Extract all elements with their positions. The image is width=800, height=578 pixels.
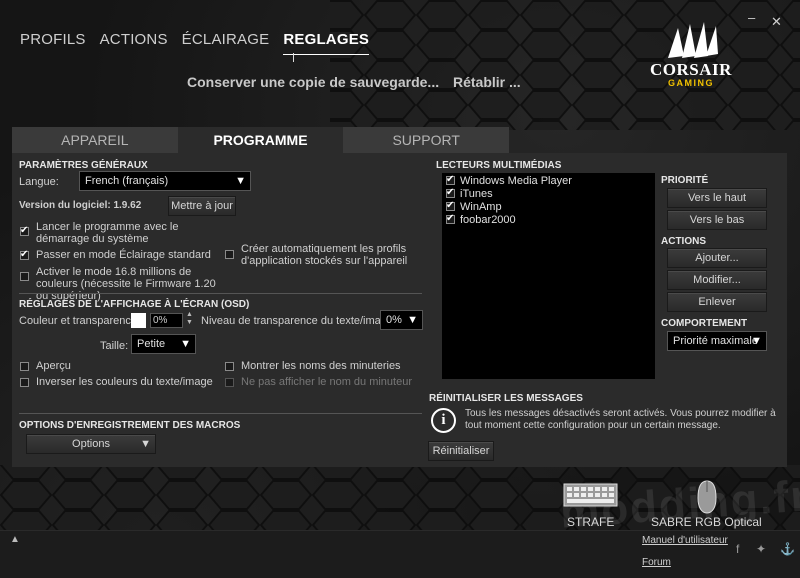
player-label: iTunes bbox=[460, 188, 493, 200]
actions-title: ACTIONS bbox=[661, 236, 706, 247]
brand-sub: GAMING bbox=[668, 78, 714, 88]
nav-actions[interactable]: ACTIONS bbox=[100, 31, 168, 55]
list-item[interactable]: iTunes bbox=[446, 187, 493, 200]
brand-name: CORSAIR bbox=[650, 60, 732, 79]
size-select[interactable]: Petite ▼ bbox=[131, 334, 196, 354]
foobar-checkbox[interactable] bbox=[446, 213, 455, 224]
auto-profiles-checkbox[interactable] bbox=[225, 250, 234, 259]
behavior-title: COMPORTEMENT bbox=[661, 318, 748, 329]
text-transparency-label: Niveau de transparence du texte/image : bbox=[201, 315, 400, 327]
language-label: Langue: bbox=[19, 176, 59, 188]
itunes-checkbox[interactable] bbox=[446, 187, 455, 198]
main-nav: PROFILS ACTIONS ÉCLAIRAGE REGLAGES bbox=[20, 31, 383, 55]
color-transparency-label: Couleur et transparence: bbox=[19, 315, 141, 327]
behavior-select[interactable]: Priorité maximale ▼ bbox=[667, 331, 767, 351]
settings-subtabs: APPAREIL PROGRAMME SUPPORT bbox=[12, 127, 510, 153]
macros-title: OPTIONS D'ENREGISTREMENT DES MACROS bbox=[19, 420, 241, 431]
close-button[interactable]: ✕ bbox=[771, 14, 782, 30]
nav-indicator bbox=[293, 53, 294, 62]
reset-title: RÉINITIALISER LES MESSAGES bbox=[429, 393, 583, 404]
chevron-down-icon: ▼ bbox=[180, 338, 191, 350]
color-percent-input[interactable]: 0% bbox=[150, 313, 183, 328]
reset-button[interactable]: Réinitialiser bbox=[428, 441, 494, 461]
restore-link[interactable]: Rétablir ... bbox=[453, 74, 521, 90]
color-mode-label: Activer le mode 16.8 millions de couleur… bbox=[36, 266, 216, 302]
list-item[interactable]: Windows Media Player bbox=[446, 174, 572, 187]
mouse-icon[interactable] bbox=[696, 480, 718, 514]
info-icon: i bbox=[431, 408, 456, 433]
invert-colors-label: Inverser les couleurs du texte/image bbox=[36, 376, 213, 388]
player-label: Windows Media Player bbox=[460, 175, 572, 187]
general-title: PARAMÈTRES GÉNÉRAUX bbox=[19, 160, 148, 171]
keep-copy-link[interactable]: Conserver une copie de sauvegarde... bbox=[187, 74, 439, 90]
winamp-checkbox[interactable] bbox=[446, 200, 455, 211]
chevron-down-icon: ▼ bbox=[407, 314, 418, 326]
auto-profiles-label: Créer automatiquement les profils d'appl… bbox=[241, 243, 408, 267]
remove-button[interactable]: Enlever bbox=[667, 292, 767, 312]
forum-link[interactable]: Forum bbox=[642, 557, 671, 568]
chevron-down-icon: ▼ bbox=[235, 175, 246, 187]
move-up-button[interactable]: Vers le haut bbox=[667, 188, 767, 208]
spinner-arrows-icon[interactable]: ▲ ▼ bbox=[186, 311, 193, 327]
preview-label: Aperçu bbox=[36, 360, 71, 372]
standard-lighting-checkbox[interactable] bbox=[20, 249, 29, 260]
manual-link[interactable]: Manuel d'utilisateur bbox=[642, 535, 728, 546]
size-value: Petite bbox=[137, 338, 166, 350]
modify-button[interactable]: Modifier... bbox=[667, 270, 767, 290]
corsair-small-icon[interactable]: ⚓ bbox=[780, 542, 795, 556]
color-mode-checkbox[interactable] bbox=[20, 272, 29, 281]
move-down-button[interactable]: Vers le bas bbox=[667, 210, 767, 230]
device-sabre[interactable]: SABRE RGB Optical bbox=[651, 515, 762, 529]
reset-description: Tous les messages désactivés seront acti… bbox=[465, 408, 776, 431]
backup-actions: Conserver une copie de sauvegarde... Rét… bbox=[187, 74, 531, 90]
list-item[interactable]: WinAmp bbox=[446, 200, 502, 213]
nav-reglages[interactable]: REGLAGES bbox=[283, 31, 370, 55]
preview-checkbox[interactable] bbox=[20, 362, 29, 371]
priority-title: PRIORITÉ bbox=[661, 175, 709, 186]
language-select[interactable]: French (français) ▼ bbox=[79, 171, 251, 191]
color-swatch[interactable] bbox=[131, 313, 146, 328]
behavior-value: Priorité maximale bbox=[673, 335, 758, 347]
twitter-icon[interactable]: ✦ bbox=[756, 542, 766, 556]
invert-colors-checkbox[interactable] bbox=[20, 378, 29, 387]
media-players-list[interactable]: Windows Media Player iTunes WinAmp fooba… bbox=[442, 173, 655, 379]
text-transparency-value: 0% bbox=[386, 314, 402, 326]
list-item[interactable]: foobar2000 bbox=[446, 213, 516, 226]
update-button[interactable]: Mettre à jour bbox=[168, 196, 236, 216]
version-label: Version du logiciel: 1.9.62 bbox=[19, 200, 142, 211]
macro-options-label: Options bbox=[72, 438, 110, 450]
collapse-arrow-icon[interactable]: ▲ bbox=[10, 534, 20, 545]
device-strafe[interactable]: STRAFE bbox=[567, 515, 614, 529]
macro-options-dropdown[interactable]: Options ▼ bbox=[26, 434, 156, 454]
text-transparency-select[interactable]: 0% ▼ bbox=[380, 310, 423, 330]
divider bbox=[19, 293, 422, 294]
nav-profils[interactable]: PROFILS bbox=[20, 31, 86, 55]
hide-timer-name-checkbox bbox=[225, 378, 234, 387]
tab-appareil[interactable]: APPAREIL bbox=[12, 127, 178, 153]
wmp-checkbox[interactable] bbox=[446, 174, 455, 185]
chevron-down-icon: ▼ bbox=[751, 335, 762, 347]
tab-programme[interactable]: PROGRAMME bbox=[177, 127, 344, 153]
show-timer-names-label: Montrer les noms des minuteries bbox=[241, 360, 401, 372]
keyboard-icon[interactable] bbox=[563, 482, 618, 508]
nav-eclairage[interactable]: ÉCLAIRAGE bbox=[182, 31, 270, 55]
size-label: Taille: bbox=[100, 340, 129, 352]
tab-support[interactable]: SUPPORT bbox=[343, 127, 510, 153]
show-timer-names-checkbox[interactable] bbox=[225, 362, 234, 371]
chevron-down-icon: ▼ bbox=[140, 438, 151, 450]
add-button[interactable]: Ajouter... bbox=[667, 248, 767, 268]
launch-startup-label: Lancer le programme avec le démarrage du… bbox=[36, 221, 179, 245]
player-label: foobar2000 bbox=[460, 214, 516, 226]
player-label: WinAmp bbox=[460, 201, 502, 213]
standard-lighting-label: Passer en mode Éclairage standard bbox=[36, 249, 211, 261]
language-value: French (français) bbox=[85, 175, 169, 187]
osd-title: RÉGLAGES DE L'AFFICHAGE À L'ÉCRAN (OSD) bbox=[19, 299, 250, 310]
launch-startup-checkbox[interactable] bbox=[20, 225, 29, 236]
divider bbox=[19, 413, 422, 414]
media-title: LECTEURS MULTIMÉDIAS bbox=[436, 160, 562, 171]
facebook-icon[interactable]: f bbox=[736, 542, 739, 556]
minimize-button[interactable]: – bbox=[748, 10, 755, 25]
hide-timer-name-label: Ne pas afficher le nom du minuteur bbox=[241, 376, 412, 388]
